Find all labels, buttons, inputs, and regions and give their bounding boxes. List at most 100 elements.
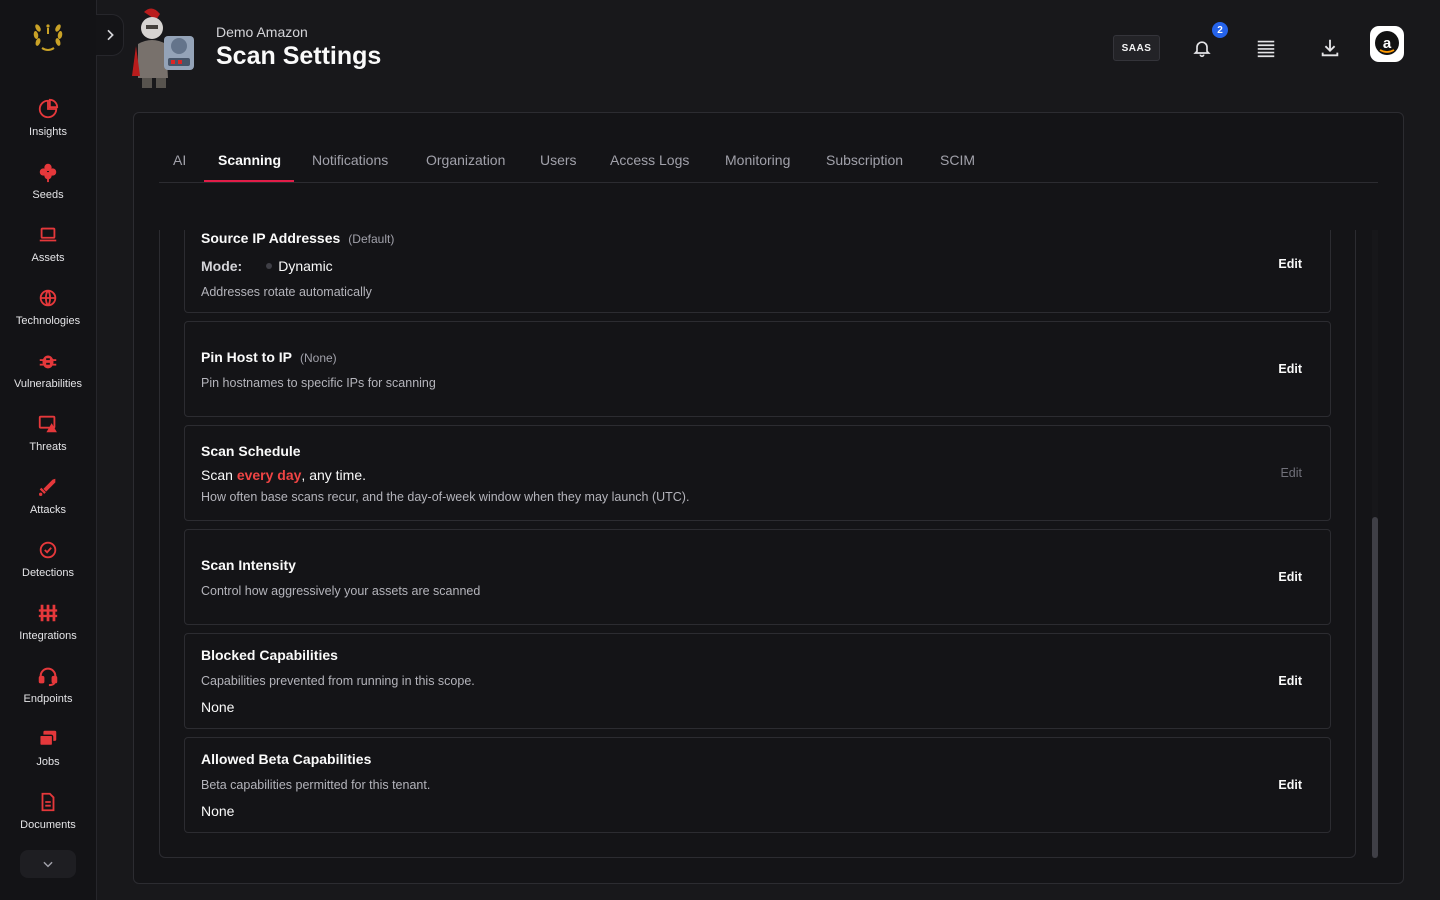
mode-value: Dynamic bbox=[278, 258, 333, 274]
card-title: Scan Schedule bbox=[201, 443, 301, 459]
pin-host-card: Pin Host to IP (None) Pin hostnames to sp… bbox=[184, 321, 1331, 417]
bell-icon bbox=[1193, 41, 1211, 58]
sidebar-item-label: Insights bbox=[29, 126, 67, 138]
tab-scanning[interactable]: Scanning bbox=[218, 152, 281, 168]
tab-access-logs[interactable]: Access Logs bbox=[610, 152, 689, 168]
sidebar-item-label: Detections bbox=[22, 567, 74, 579]
edit-schedule-button[interactable]: Edit bbox=[1280, 466, 1302, 480]
card-description: Beta capabilities permitted for this ten… bbox=[201, 778, 431, 792]
pie-chart-icon bbox=[38, 98, 59, 119]
source-ip-card: Source IP Addresses (Default) Mode: Dynami… bbox=[184, 230, 1331, 313]
tab-organization[interactable]: Organization bbox=[426, 152, 505, 168]
sidebar-item-label: Jobs bbox=[36, 756, 60, 768]
tab-subscription[interactable]: Subscription bbox=[826, 152, 903, 168]
sidebar-item-label: Seeds bbox=[32, 189, 64, 201]
settings-tabs: AI Scanning Notifications Organization U… bbox=[159, 140, 1378, 183]
mode-label: Mode: bbox=[201, 258, 243, 274]
sidebar-item-detections[interactable]: Detections bbox=[0, 539, 96, 595]
card-description: How often base scans recur, and the day-… bbox=[201, 490, 690, 504]
sidebar-item-threats[interactable]: Threats bbox=[0, 413, 96, 469]
sidebar-item-label: Vulnerabilities bbox=[13, 378, 83, 390]
sidebar-item-label: Endpoints bbox=[23, 693, 73, 705]
card-description: Control how aggressively your assets are… bbox=[201, 584, 481, 598]
jobs-queue-button[interactable] bbox=[1254, 36, 1278, 60]
edit-pin-host-button[interactable]: Edit bbox=[1278, 362, 1302, 376]
edit-blocked-button[interactable]: Edit bbox=[1278, 674, 1302, 688]
sidebar-item-vulnerabilities[interactable]: Vulnerabilities bbox=[0, 350, 96, 406]
sidebar-item-label: Assets bbox=[31, 252, 65, 264]
avatar-letter: a bbox=[1383, 35, 1392, 52]
scan-schedule-card: Scan Schedule Scan every day, any time. … bbox=[184, 425, 1331, 521]
headset-icon bbox=[38, 667, 58, 687]
stack-list-icon bbox=[1257, 40, 1275, 58]
schedule-frequency: every day bbox=[236, 467, 302, 483]
card-description: Capabilities prevented from running in t… bbox=[201, 674, 475, 688]
card-title: Blocked Capabilities bbox=[201, 647, 338, 663]
sidebar-item-attacks[interactable]: Attacks bbox=[0, 476, 96, 532]
amazon-logo-icon: a bbox=[1375, 31, 1399, 55]
sidebar-item-insights[interactable]: Insights bbox=[0, 98, 96, 154]
sidebar-expand-button[interactable] bbox=[20, 850, 76, 878]
integrations-icon bbox=[38, 604, 58, 622]
active-tab-indicator bbox=[204, 180, 294, 182]
document-icon bbox=[41, 792, 55, 812]
sidebar-item-label: Integrations bbox=[19, 630, 77, 642]
saas-badge[interactable]: SAAS bbox=[1113, 35, 1160, 61]
tab-monitoring[interactable]: Monitoring bbox=[725, 152, 790, 168]
card-tag: (Default) bbox=[348, 232, 395, 246]
mode-row: Mode: Dynamic bbox=[201, 258, 333, 274]
check-circle-icon bbox=[39, 541, 57, 559]
edit-beta-button[interactable]: Edit bbox=[1278, 778, 1302, 792]
card-title: Source IP Addresses (Default) bbox=[201, 230, 395, 246]
laurel-logo-icon[interactable] bbox=[28, 16, 68, 56]
sidebar-item-documents[interactable]: Documents bbox=[0, 791, 96, 847]
card-title: Allowed Beta Capabilities bbox=[201, 751, 372, 767]
sidebar: Insights Seeds Assets Technologies Vulne… bbox=[0, 0, 97, 900]
download-button[interactable] bbox=[1318, 36, 1342, 60]
notifications-button[interactable] bbox=[1190, 36, 1214, 60]
tab-users[interactable]: Users bbox=[540, 152, 577, 168]
download-icon bbox=[1321, 39, 1339, 57]
mode-status-dot bbox=[266, 263, 273, 270]
account-avatar[interactable]: a bbox=[1370, 26, 1404, 62]
schedule-summary: Scan every day, any time. bbox=[201, 467, 367, 483]
sidebar-item-assets[interactable]: Assets bbox=[0, 224, 96, 280]
sidebar-item-label: Technologies bbox=[15, 315, 81, 327]
sidebar-item-integrations[interactable]: Integrations bbox=[0, 602, 96, 658]
card-description: Pin hostnames to specific IPs for scanni… bbox=[201, 376, 436, 390]
card-title: Scan Intensity bbox=[201, 557, 296, 573]
sidebar-item-technologies[interactable]: Technologies bbox=[0, 287, 96, 343]
card-description: Addresses rotate automatically bbox=[201, 285, 372, 299]
card-value: None bbox=[201, 803, 235, 819]
mascot-avatar bbox=[130, 6, 208, 90]
laptop-icon bbox=[39, 227, 57, 242]
tab-scim[interactable]: SCIM bbox=[940, 152, 975, 168]
account-name: Demo Amazon bbox=[216, 24, 308, 40]
jobs-icon bbox=[39, 730, 57, 747]
sidebar-item-endpoints[interactable]: Endpoints bbox=[0, 665, 96, 721]
card-tag: (None) bbox=[300, 351, 337, 365]
sidebar-item-label: Threats bbox=[29, 441, 67, 453]
edit-source-ip-button[interactable]: Edit bbox=[1278, 257, 1302, 271]
sidebar-item-jobs[interactable]: Jobs bbox=[0, 728, 96, 784]
notification-count-badge: 2 bbox=[1212, 22, 1228, 38]
scan-intensity-card: Scan Intensity Control how aggressively … bbox=[184, 529, 1331, 625]
seed-icon bbox=[39, 163, 57, 183]
sidebar-item-label: Documents bbox=[20, 819, 76, 831]
sidebar-item-seeds[interactable]: Seeds bbox=[0, 161, 96, 217]
tab-notifications[interactable]: Notifications bbox=[312, 152, 388, 168]
threat-icon bbox=[38, 415, 57, 433]
blocked-capabilities-card: Blocked Capabilities Capabilities preven… bbox=[184, 633, 1331, 729]
sword-icon bbox=[39, 478, 56, 496]
bug-icon bbox=[39, 355, 57, 369]
chevron-down-icon bbox=[43, 861, 53, 868]
tab-ai[interactable]: AI bbox=[173, 152, 186, 168]
scrollbar-thumb[interactable] bbox=[1372, 517, 1378, 858]
card-title: Pin Host to IP (None) bbox=[201, 349, 337, 365]
edit-intensity-button[interactable]: Edit bbox=[1278, 570, 1302, 584]
sidebar-item-label: Attacks bbox=[29, 504, 67, 516]
page-title: Scan Settings bbox=[216, 42, 382, 70]
globe-icon bbox=[39, 289, 57, 307]
sidebar-collapse-button[interactable] bbox=[96, 14, 124, 56]
card-value: None bbox=[201, 699, 235, 715]
